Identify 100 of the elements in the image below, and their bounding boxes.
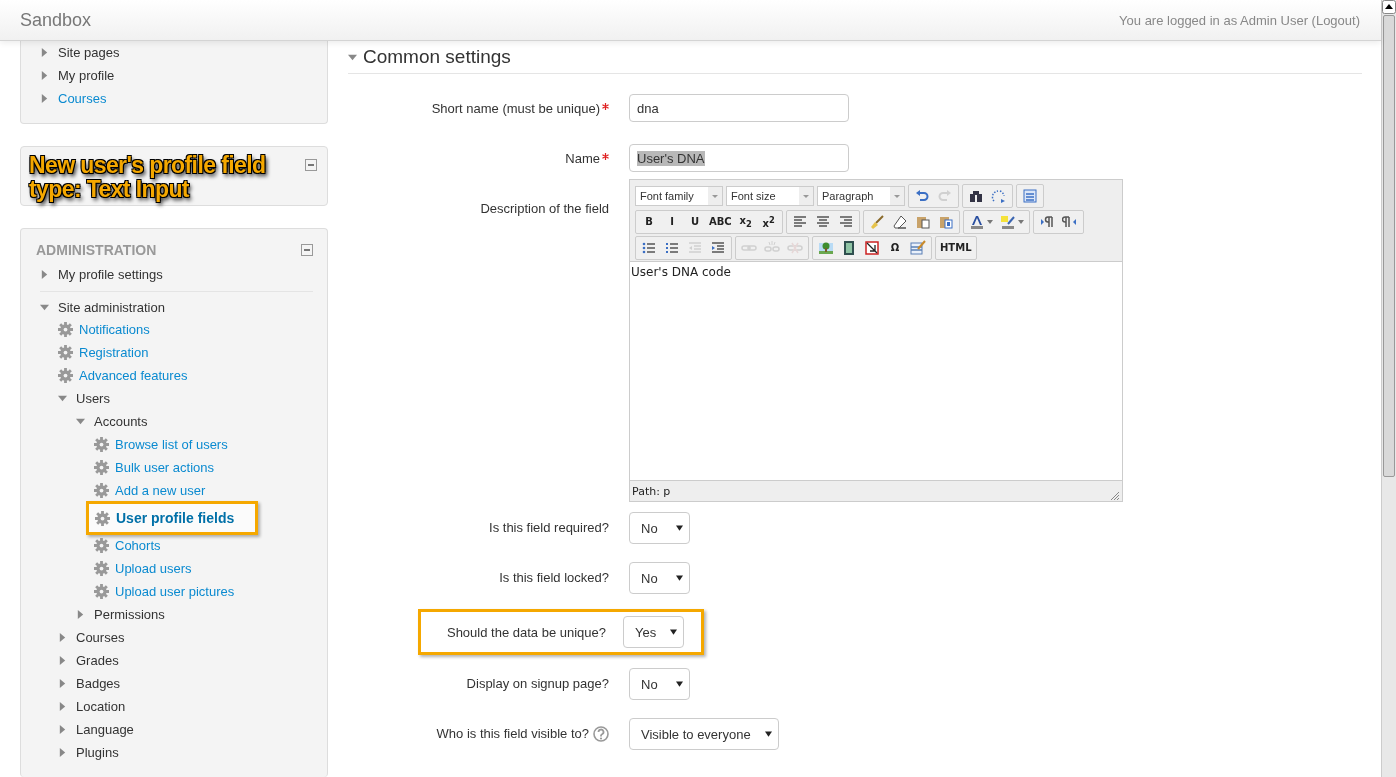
format-button[interactable]: I: [661, 212, 683, 232]
resize-grip-icon[interactable]: [1110, 491, 1120, 501]
field-label: Short name (must be unique): [431, 101, 600, 116]
tree-item[interactable]: Accounts: [94, 414, 148, 429]
tree-item[interactable]: Language: [76, 722, 134, 737]
gear-icon: [94, 483, 109, 498]
tree-item[interactable]: Courses: [58, 91, 107, 106]
format-button[interactable]: ABC: [707, 212, 734, 232]
tree-item[interactable]: Registration: [79, 345, 149, 360]
tree-item[interactable]: Plugins: [76, 745, 119, 760]
paragraph-icon: [1061, 214, 1078, 230]
tree-item[interactable]: Users: [76, 391, 110, 406]
field-label: Who is this field visible to?: [436, 726, 589, 741]
dropdown[interactable]: Visible to everyone: [629, 718, 779, 750]
caret-icon: [1017, 220, 1024, 224]
tree-item[interactable]: Location: [76, 699, 126, 714]
image-icon: [818, 240, 834, 256]
table-icon: [910, 240, 926, 256]
caret-icon: [676, 575, 683, 581]
dropdown[interactable]: No: [629, 668, 690, 700]
format-button[interactable]: HTML: [938, 238, 974, 258]
align-center-icon: [814, 214, 831, 230]
tree-item[interactable]: My profile: [58, 68, 115, 83]
scroll-up-icon[interactable]: [1382, 0, 1396, 14]
caret-icon: [890, 187, 904, 205]
dotted-arrow-icon: [991, 188, 1007, 204]
align-left-icon: [791, 214, 808, 230]
field-label: Display on signup page?: [466, 676, 609, 691]
clipboard-icon: [937, 214, 954, 230]
undo-icon: [914, 188, 930, 204]
collapse-icon[interactable]: [305, 159, 317, 171]
gear-icon: [95, 510, 110, 526]
caret-icon: [676, 525, 683, 531]
tree-item[interactable]: User profile fields: [116, 510, 235, 526]
caret-icon: [764, 731, 772, 737]
gear-icon: [94, 460, 109, 475]
help-icon[interactable]: [593, 726, 609, 742]
collapse-icon[interactable]: [301, 244, 313, 256]
dropdown[interactable]: No: [629, 512, 690, 544]
numbered-list-icon: [664, 240, 680, 256]
dropdown[interactable]: No: [629, 562, 690, 594]
scrollbar[interactable]: [1381, 0, 1396, 777]
outdent-icon: [687, 240, 703, 256]
block-title: ADMINISTRATION: [36, 242, 157, 258]
align-right-icon: [837, 214, 854, 230]
format-button[interactable]: x$_{2}$: [734, 212, 757, 232]
caret-icon: [708, 187, 722, 205]
dropdown[interactable]: Yes: [623, 616, 685, 648]
tree-item[interactable]: Browse list of users: [115, 437, 228, 452]
format-button[interactable]: Ω: [884, 238, 906, 258]
editor-dropdown[interactable]: Font size: [726, 186, 814, 206]
tree-item[interactable]: Badges: [76, 676, 121, 691]
text-color-icon: [968, 214, 985, 230]
site-name[interactable]: Sandbox: [20, 9, 92, 31]
text-field[interactable]: dna: [629, 94, 849, 122]
tree-item[interactable]: Grades: [76, 653, 119, 668]
brush-icon: [868, 214, 885, 230]
editor-dropdown[interactable]: Paragraph: [817, 186, 905, 206]
tree-item[interactable]: Cohorts: [115, 538, 161, 553]
gear-icon: [58, 345, 73, 360]
caret-icon: [799, 187, 813, 205]
tree-item[interactable]: Advanced features: [79, 368, 188, 383]
gear-icon: [58, 368, 73, 383]
tree-item[interactable]: Notifications: [79, 322, 150, 337]
tree-item[interactable]: Site administration: [58, 299, 165, 315]
field-label: Name: [565, 151, 600, 166]
login-status: You are logged in as Admin User (Logout): [1119, 12, 1360, 28]
tree-item[interactable]: Add a new user: [115, 483, 206, 498]
element-path: Path: p: [632, 484, 671, 498]
text-field[interactable]: User's DNA: [629, 144, 849, 172]
bullet-list-icon: [641, 240, 657, 256]
format-button[interactable]: x$^{2}$: [757, 212, 780, 232]
scrollbar-thumb[interactable]: [1383, 15, 1395, 477]
caret-icon: [986, 220, 993, 224]
tree-item[interactable]: Site pages: [58, 45, 120, 60]
highlighter-icon: [999, 214, 1016, 230]
binoculars-icon: [968, 188, 984, 204]
editor-area[interactable]: User's DNA code: [630, 261, 1122, 481]
format-button[interactable]: B: [638, 212, 660, 232]
tree-item[interactable]: Permissions: [94, 607, 165, 622]
tree-item[interactable]: Bulk user actions: [115, 460, 214, 475]
indent-icon: [710, 240, 726, 256]
editor-dropdown[interactable]: Font family: [635, 186, 723, 206]
field-label: Is this field required?: [489, 520, 609, 535]
caret-icon: [676, 681, 683, 687]
tree-item[interactable]: My profile settings: [58, 267, 163, 282]
clipboard-icon: [914, 214, 931, 230]
caret-icon: [670, 629, 678, 635]
section-title[interactable]: Common settings: [363, 46, 511, 68]
field-label: Description of the field: [480, 201, 609, 216]
format-button[interactable]: U: [684, 212, 706, 232]
editor-text: User's DNA code: [631, 265, 731, 279]
field-label: Should the data be unique?: [446, 624, 606, 640]
gear-icon: [94, 584, 109, 599]
redo-icon: [937, 188, 953, 204]
tree-item[interactable]: Upload users: [115, 561, 192, 576]
tree-item[interactable]: Upload user pictures: [115, 584, 235, 599]
gear-icon: [94, 538, 109, 553]
window-icon: [1022, 188, 1038, 204]
tree-item[interactable]: Courses: [76, 630, 125, 645]
